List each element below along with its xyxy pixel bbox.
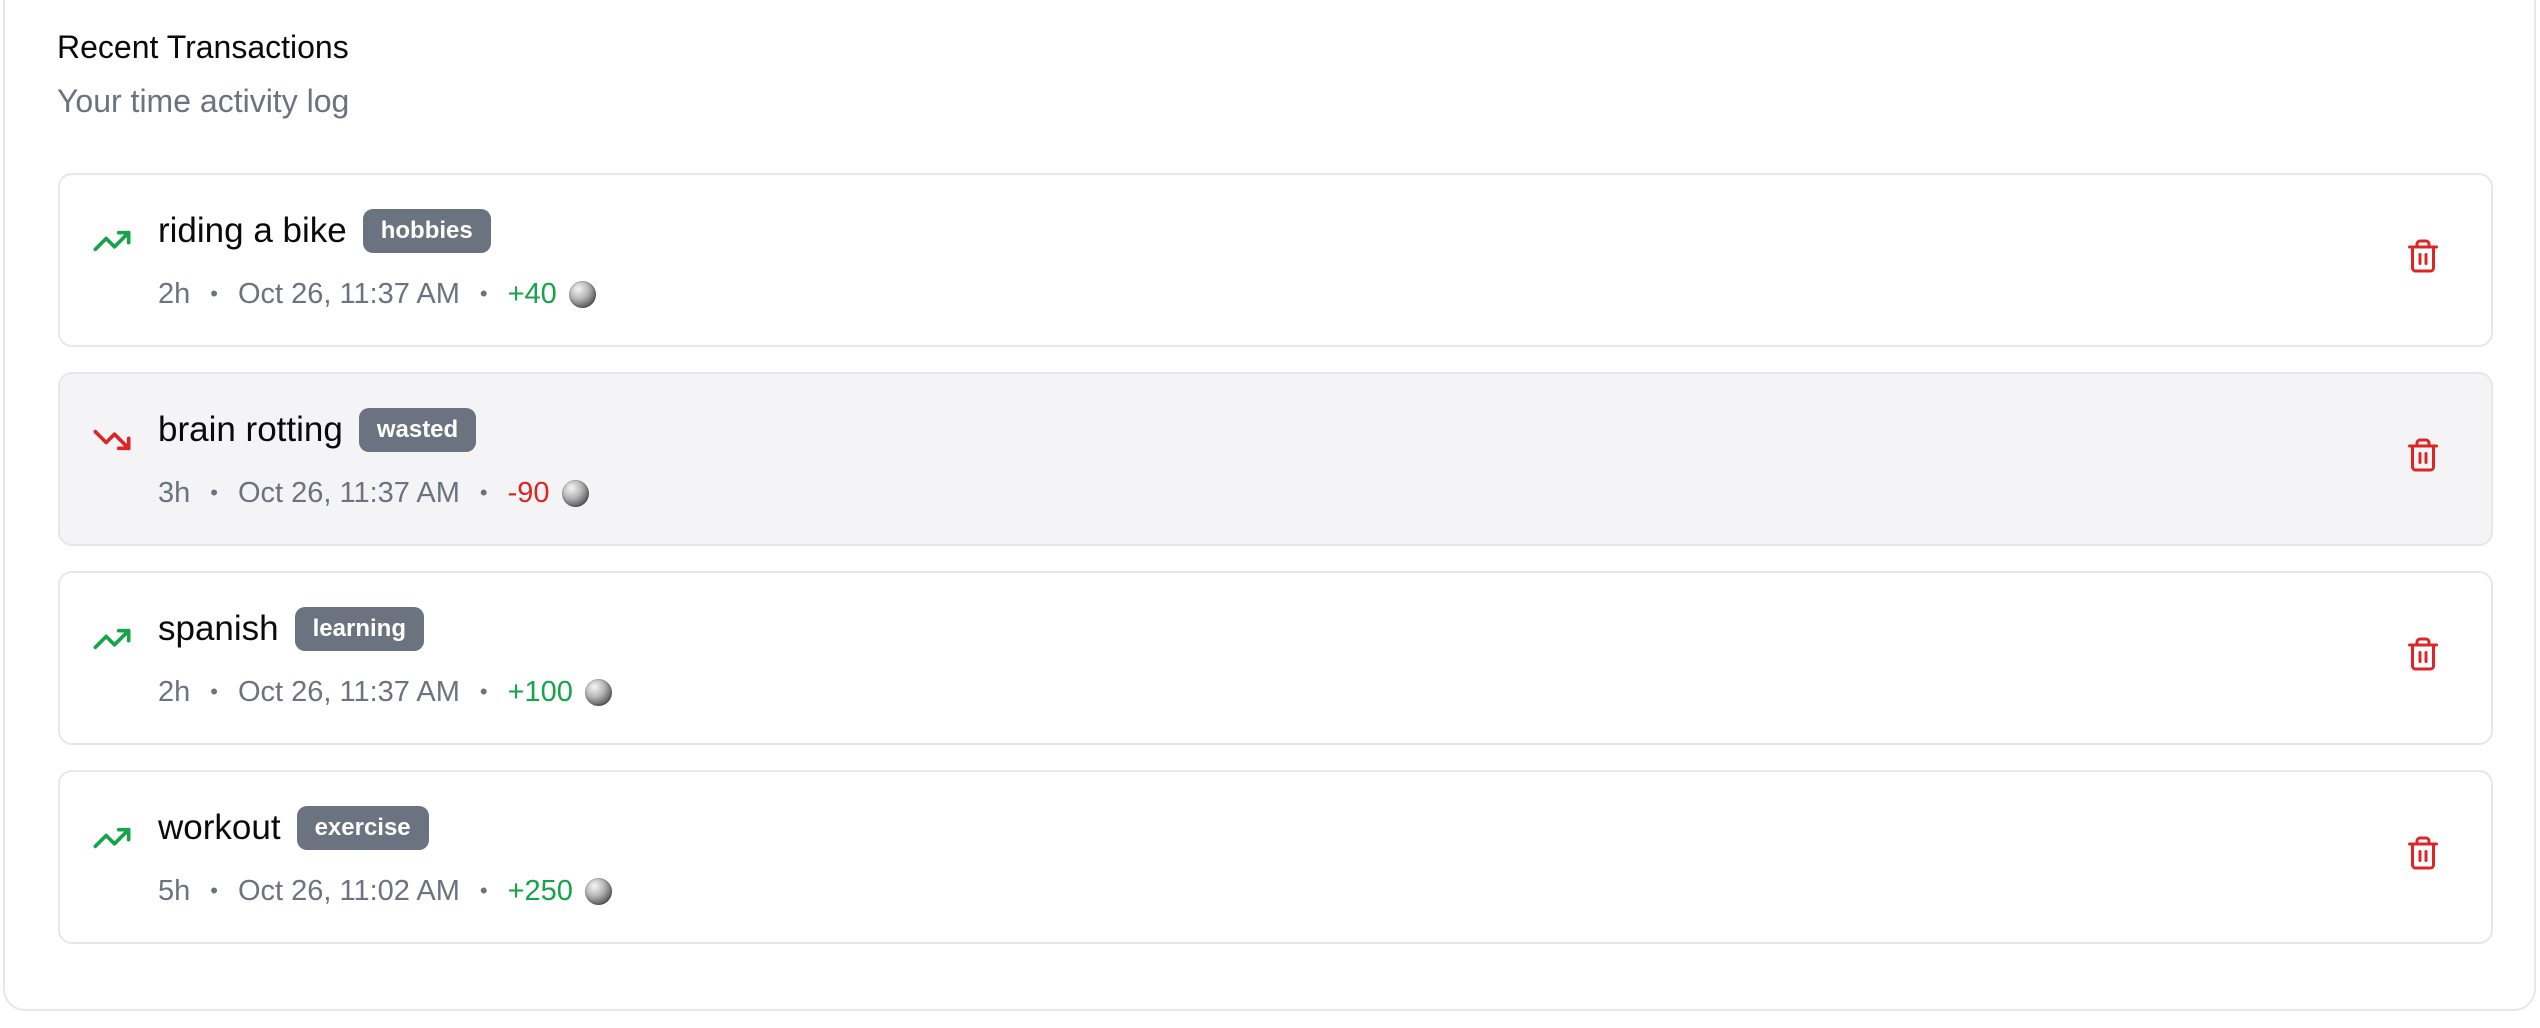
trending-up-icon (93, 230, 131, 252)
category-badge: exercise (296, 806, 429, 850)
transaction-row: brain rotting wasted 3h • Oct 26, 11:37 … (58, 372, 2493, 546)
card-title: Recent Transactions (57, 29, 349, 65)
card-subtitle: Your time activity log (57, 83, 350, 119)
coin-icon (584, 877, 612, 905)
category-badge: wasted (358, 408, 477, 452)
coin-icon (561, 479, 589, 507)
transaction-amount: +250 (507, 874, 573, 907)
transaction-duration: 5h (158, 874, 191, 907)
separator-dot: • (210, 480, 218, 505)
transaction-amount: -90 (507, 476, 550, 509)
trending-down-icon (93, 429, 131, 451)
transaction-duration: 2h (158, 277, 191, 310)
separator-dot: • (479, 679, 488, 704)
transaction-title: brain rotting (158, 410, 343, 449)
transaction-timestamp: Oct 26, 11:37 AM (237, 277, 460, 310)
transaction-amount: +100 (507, 675, 573, 708)
transaction-header: workout exercise (158, 805, 429, 851)
transaction-timestamp: Oct 26, 11:02 AM (237, 874, 460, 907)
transaction-row: workout exercise 5h • Oct 26, 11:02 AM •… (58, 770, 2493, 944)
transactions-list: riding a bike hobbies 2h • Oct 26, 11:37… (58, 173, 2493, 969)
transaction-title: riding a bike (158, 211, 347, 250)
category-badge: learning (294, 607, 424, 651)
trash-icon[interactable] (2405, 236, 2441, 276)
transaction-duration: 3h (158, 476, 191, 509)
transaction-duration: 2h (158, 675, 191, 708)
transaction-meta: 3h • Oct 26, 11:37 AM • -90 (158, 472, 589, 514)
transaction-meta: 2h • Oct 26, 11:37 AM • +100 (158, 671, 612, 713)
separator-dot: • (479, 878, 488, 903)
separator-dot: • (479, 480, 488, 505)
transaction-meta: 2h • Oct 26, 11:37 AM • +40 (158, 273, 596, 315)
trash-icon[interactable] (2405, 634, 2441, 674)
transaction-header: spanish learning (158, 606, 424, 652)
transaction-title: spanish (158, 609, 279, 648)
transaction-row: riding a bike hobbies 2h • Oct 26, 11:37… (58, 173, 2493, 347)
coin-icon (584, 678, 612, 706)
recent-transactions-card: Recent Transactions Your time activity l… (3, 0, 2536, 1011)
separator-dot: • (479, 281, 488, 306)
trash-icon[interactable] (2405, 833, 2441, 873)
transaction-meta: 5h • Oct 26, 11:02 AM • +250 (158, 870, 612, 912)
transaction-timestamp: Oct 26, 11:37 AM (237, 675, 460, 708)
transaction-timestamp: Oct 26, 11:37 AM (237, 476, 460, 509)
trash-icon[interactable] (2405, 435, 2441, 475)
transaction-amount: +40 (507, 277, 557, 310)
transaction-title: workout (158, 808, 281, 847)
transaction-row: spanish learning 2h • Oct 26, 11:37 AM •… (58, 571, 2493, 745)
transaction-header: riding a bike hobbies (158, 208, 491, 254)
coin-icon (568, 280, 596, 308)
trending-up-icon (93, 628, 131, 650)
separator-dot: • (210, 281, 218, 306)
trending-up-icon (93, 827, 131, 849)
category-badge: hobbies (362, 209, 491, 253)
separator-dot: • (210, 878, 218, 903)
transaction-header: brain rotting wasted (158, 407, 477, 453)
separator-dot: • (210, 679, 218, 704)
